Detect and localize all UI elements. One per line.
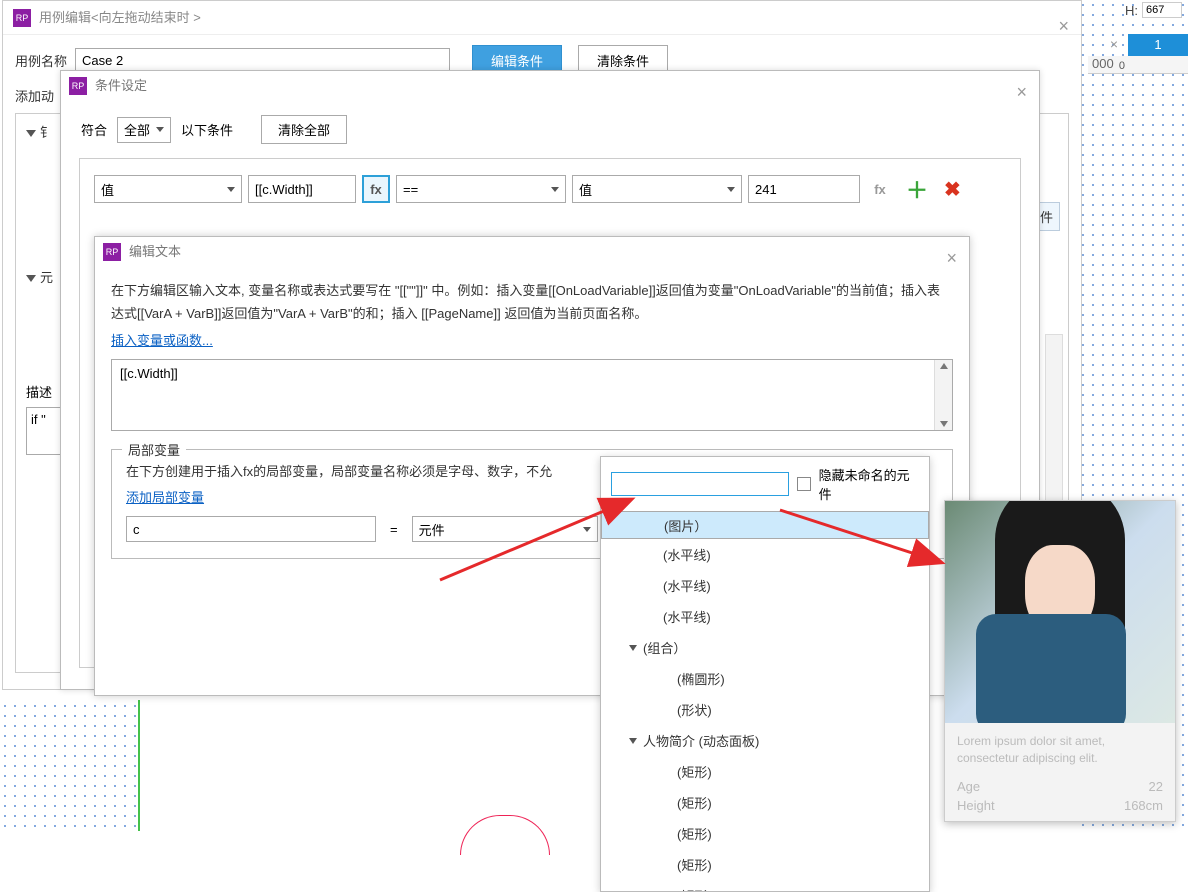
ruler-zero: 0 xyxy=(1119,60,1125,72)
element-group-item[interactable]: 人物简介 (动态面板) xyxy=(601,725,929,756)
fx-button-active[interactable]: fx xyxy=(362,175,390,203)
case-name-label: 用例名称 xyxy=(15,51,67,70)
dialog1-title-text: 用例编辑<向左拖动结束时 > xyxy=(39,1,201,35)
element-group-item[interactable]: (组合） xyxy=(601,632,929,663)
editor-content: [[c.Width]] xyxy=(120,366,178,381)
rp-logo-icon: RP xyxy=(103,243,121,261)
hide-unnamed-checkbox[interactable] xyxy=(797,477,811,491)
element-list-item[interactable]: (图片） xyxy=(601,511,929,539)
help-text: 在下方编辑区输入文本, 变量名称或表达式要写在 "[[""]]" 中。例如：插入… xyxy=(111,279,953,326)
chevron-down-icon xyxy=(629,738,637,744)
tab-close-icon[interactable]: × xyxy=(1110,36,1118,52)
element-list-item[interactable]: (形状) xyxy=(601,694,929,725)
cond-operator-select[interactable]: == xyxy=(396,175,566,203)
collapse-icon[interactable] xyxy=(26,275,36,282)
scroll-up-icon[interactable] xyxy=(940,363,948,369)
match-label: 符合 xyxy=(81,120,107,139)
element-list-item[interactable]: (矩形) xyxy=(601,849,929,880)
match-suffix-label: 以下条件 xyxy=(181,120,233,139)
dialog1-titlebar[interactable]: RP 用例编辑<向左拖动结束时 > × xyxy=(3,1,1081,35)
equals-label: = xyxy=(386,522,402,537)
height-label: Height xyxy=(957,798,995,813)
dialog2-close-icon[interactable]: × xyxy=(1016,77,1027,107)
age-value: 22 xyxy=(1149,779,1163,794)
element-list-item[interactable]: (水平线) xyxy=(601,570,929,601)
chevron-down-icon xyxy=(583,527,591,532)
element-list-item[interactable]: (矩形) xyxy=(601,880,929,891)
preview-lorem: Lorem ipsum dolor sit amet, consectetur … xyxy=(945,723,1175,777)
age-label: Age xyxy=(957,779,980,794)
dialog1-close-icon[interactable]: × xyxy=(1058,9,1069,43)
page-number-badge: 1 xyxy=(1128,34,1188,56)
chevron-down-icon xyxy=(727,187,735,192)
chevron-down-icon xyxy=(551,187,559,192)
chevron-down-icon xyxy=(227,187,235,192)
cond-rhs-type-select[interactable]: 值 xyxy=(572,175,742,203)
dialog2-titlebar[interactable]: RP 条件设定 × xyxy=(61,71,1039,101)
expression-editor[interactable]: [[c.Width]] xyxy=(111,359,953,431)
element-picker-popup: 隐藏未命名的元件 (图片）(水平线)(水平线)(水平线)(组合）(椭圆形)(形状… xyxy=(600,456,930,892)
element-list-item[interactable]: (椭圆形) xyxy=(601,663,929,694)
add-action-label: 添加动 xyxy=(15,89,54,104)
height-value: 168cm xyxy=(1124,798,1163,813)
rp-logo-icon: RP xyxy=(13,9,31,27)
chevron-down-icon xyxy=(629,645,637,651)
local-var-type-select[interactable]: 元件 xyxy=(412,516,598,542)
local-var-name-input[interactable] xyxy=(126,516,376,542)
red-arc-shape xyxy=(460,815,550,855)
dialog3-titlebar[interactable]: RP 编辑文本 × xyxy=(95,237,969,267)
cond-type-select[interactable]: 值 xyxy=(94,175,242,203)
guide-line xyxy=(138,700,140,831)
add-local-var-link[interactable]: 添加局部变量 xyxy=(126,487,204,506)
dialog3-title-text: 编辑文本 xyxy=(129,237,181,267)
rp-logo-icon: RP xyxy=(69,77,87,95)
add-condition-icon[interactable]: ＋ xyxy=(900,173,934,205)
preview-image xyxy=(945,501,1175,723)
editor-scrollbar[interactable] xyxy=(934,360,952,430)
element-list-item[interactable]: (矩形) xyxy=(601,787,929,818)
element-list-item[interactable]: (水平线) xyxy=(601,601,929,632)
ruler-top: 000 xyxy=(1088,56,1188,74)
fieldset-legend: 局部变量 xyxy=(122,440,186,459)
dialog3-close-icon[interactable]: × xyxy=(946,243,957,273)
height-label: H: xyxy=(1125,3,1138,18)
height-input[interactable] xyxy=(1142,2,1182,18)
collapse-icon[interactable] xyxy=(26,130,36,137)
insert-var-link[interactable]: 插入变量或函数... xyxy=(111,330,213,349)
clear-all-button[interactable]: 清除全部 xyxy=(261,115,347,144)
dialog2-title-text: 条件设定 xyxy=(95,71,147,101)
hide-unnamed-label: 隐藏未命名的元件 xyxy=(819,465,919,503)
fx-button[interactable]: fx xyxy=(866,175,894,203)
scroll-down-icon[interactable] xyxy=(940,421,948,427)
match-select[interactable]: 全部 xyxy=(117,117,171,143)
cond-rhs-value-input[interactable] xyxy=(748,175,860,203)
preview-card: Lorem ipsum dolor sit amet, consectetur … xyxy=(944,500,1176,822)
element-list[interactable]: (图片）(水平线)(水平线)(水平线)(组合）(椭圆形)(形状)人物简介 (动态… xyxy=(601,511,929,891)
element-list-item[interactable]: (水平线) xyxy=(601,539,929,570)
element-search-input[interactable] xyxy=(611,472,789,496)
canvas-dots-bottom-left xyxy=(0,701,140,831)
element-list-item[interactable]: (矩形) xyxy=(601,756,929,787)
condition-row: 值 fx == 值 fx ＋ ✖ xyxy=(80,159,1020,219)
cond-expression-input[interactable] xyxy=(248,175,356,203)
description-label: 描述 xyxy=(26,385,52,400)
delete-condition-icon[interactable]: ✖ xyxy=(940,177,965,202)
element-list-item[interactable]: (矩形) xyxy=(601,818,929,849)
chevron-down-icon xyxy=(156,127,164,132)
